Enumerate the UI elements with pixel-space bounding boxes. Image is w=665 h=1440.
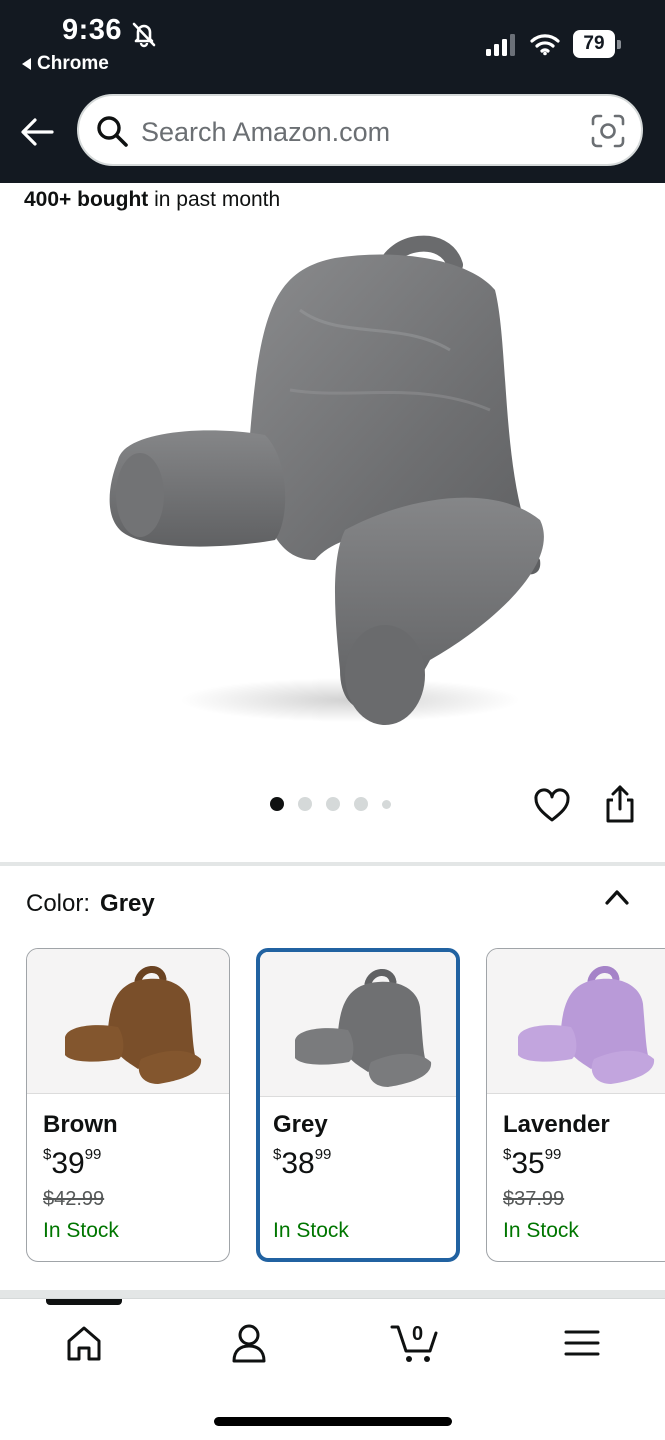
search-bar[interactable] [77, 94, 643, 166]
swatch-price: $3599 [503, 1146, 562, 1180]
top-bar: 9:36 Chrome 79 [0, 0, 665, 183]
swatch-image [27, 949, 229, 1094]
section-divider [0, 1290, 665, 1298]
swatch-list-price: $37.99 [503, 1188, 565, 1210]
status-time: 9:36 [62, 14, 123, 46]
back-to-app-link[interactable]: Chrome [22, 53, 109, 75]
cart-button[interactable]: 0 [390, 1321, 442, 1365]
carousel-dot[interactable] [270, 797, 284, 811]
carousel-dot[interactable] [298, 797, 312, 811]
swatch-list-price: $42.99 [43, 1188, 105, 1210]
bought-in-past-month: 400+ bought in past month [24, 188, 280, 212]
color-label-value: Grey [100, 890, 155, 917]
heart-icon[interactable] [533, 787, 571, 823]
swatch-price: $3899 [273, 1146, 332, 1180]
search-icon [97, 116, 128, 147]
carousel-dot[interactable] [354, 797, 368, 811]
swatch-name: Brown [43, 1111, 118, 1138]
active-tab-indicator [46, 1299, 122, 1305]
back-triangle-icon [22, 58, 31, 70]
home-icon[interactable] [60, 1321, 108, 1365]
battery-level: 79 [583, 33, 605, 54]
color-option-grey[interactable]: Grey $3899 In Stock [256, 948, 460, 1262]
section-divider [0, 862, 665, 866]
signal-icon [486, 34, 515, 56]
carousel-dot[interactable] [326, 797, 340, 811]
swatch-price: $3999 [43, 1146, 102, 1180]
image-carousel-dots[interactable] [270, 797, 391, 811]
bell-slash-icon [132, 22, 156, 48]
wifi-icon [530, 34, 560, 56]
share-icon[interactable] [604, 784, 636, 824]
color-option-lavender[interactable]: Lavender $3599 $37.99 In Stock [486, 948, 665, 1262]
swatch-stock-status: In Stock [273, 1219, 349, 1242]
lens-camera-icon[interactable] [590, 113, 626, 149]
back-arrow-icon[interactable] [20, 114, 56, 150]
swatch-image [260, 952, 456, 1097]
swatch-name: Lavender [503, 1111, 610, 1138]
bottom-navigation: 0 [0, 1298, 665, 1440]
bought-period: in past month [148, 188, 281, 211]
swatch-name: Grey [273, 1111, 328, 1138]
battery-icon: 79 [573, 30, 621, 58]
account-icon[interactable] [225, 1321, 273, 1365]
menu-icon[interactable] [558, 1321, 606, 1365]
cart-count: 0 [412, 1323, 424, 1345]
color-label-key: Color: [26, 890, 91, 917]
bought-count: 400+ bought [24, 188, 149, 211]
swatch-stock-status: In Stock [43, 1219, 119, 1242]
swatch-stock-status: In Stock [503, 1219, 579, 1242]
carousel-dot[interactable] [382, 799, 391, 809]
search-input[interactable] [141, 116, 571, 148]
swatch-image [487, 949, 665, 1094]
color-selector-label: Color: Grey [26, 890, 155, 918]
product-image[interactable] [100, 230, 560, 740]
chevron-up-icon[interactable] [604, 887, 630, 907]
color-option-brown[interactable]: Brown $3999 $42.99 In Stock [26, 948, 230, 1262]
home-indicator [214, 1417, 452, 1426]
back-app-label: Chrome [37, 53, 109, 74]
